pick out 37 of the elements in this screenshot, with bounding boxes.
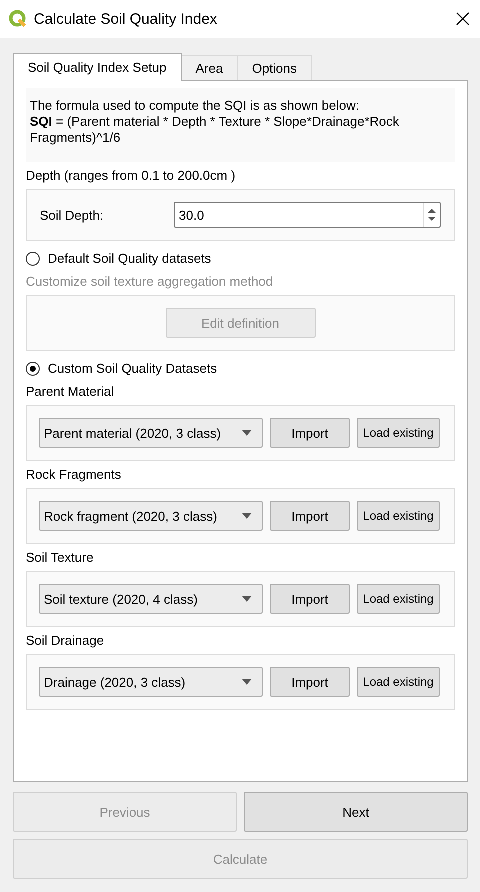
field-label: Soil Depth: (40, 208, 105, 222)
radio-option[interactable]: Default Soil Quality datasets (26, 251, 212, 266)
section-heading: Customize soil texture aggregation method (26, 274, 274, 289)
import-button[interactable]: Import (270, 501, 350, 531)
dropdown-arrow-icon (242, 430, 252, 436)
radio-option[interactable]: Custom Soil Quality Datasets (26, 361, 218, 376)
dropdown-arrow-icon (242, 513, 252, 519)
section-heading: Rock Fragments (26, 467, 122, 482)
load-existing-button[interactable]: Load existing (357, 584, 440, 614)
nav-button[interactable]: Next (244, 792, 468, 832)
dataset-dropdown[interactable]: Soil texture (2020, 4 class) (39, 584, 263, 614)
section-heading: Depth (ranges from 0.1 to 200.0cm ) (26, 168, 236, 183)
close-icon[interactable] (456, 12, 470, 26)
load-existing-button[interactable]: Load existing (357, 418, 440, 448)
spin-arrows-icon[interactable] (427, 207, 437, 223)
section-heading: Soil Drainage (26, 633, 104, 648)
depth-spinbox[interactable]: 30.0 (174, 202, 441, 228)
section-heading: Parent Material (26, 384, 114, 399)
tab[interactable]: Options (237, 55, 312, 80)
section-heading: Soil Texture (26, 550, 94, 565)
load-existing-button[interactable]: Load existing (357, 667, 440, 697)
dropdown-arrow-icon (242, 679, 252, 685)
dataset-dropdown[interactable]: Parent material (2020, 3 class) (39, 418, 263, 448)
tab[interactable]: Soil Quality Index Setup (13, 53, 182, 81)
dropdown-arrow-icon (242, 596, 252, 602)
import-button[interactable]: Import (270, 418, 350, 448)
app-logo-icon (8, 9, 28, 29)
import-button[interactable]: Import (270, 667, 350, 697)
window-title: Calculate Soil Quality Index (34, 10, 218, 28)
import-button[interactable]: Import (270, 584, 350, 614)
radio-button[interactable] (26, 252, 40, 266)
formula-intro: The formula used to compute the SQI is as shown below: (30, 98, 361, 114)
load-existing-button[interactable]: Load existing (357, 501, 440, 531)
radio-button[interactable] (26, 362, 40, 376)
dataset-dropdown[interactable]: Drainage (2020, 3 class) (39, 667, 263, 697)
formula-text: SQI = (Parent material * Depth * Texture * Slope*Drainage*Rock Fragments)^1/6 (30, 114, 400, 146)
dataset-dropdown[interactable]: Rock fragment (2020, 3 class) (39, 501, 263, 531)
